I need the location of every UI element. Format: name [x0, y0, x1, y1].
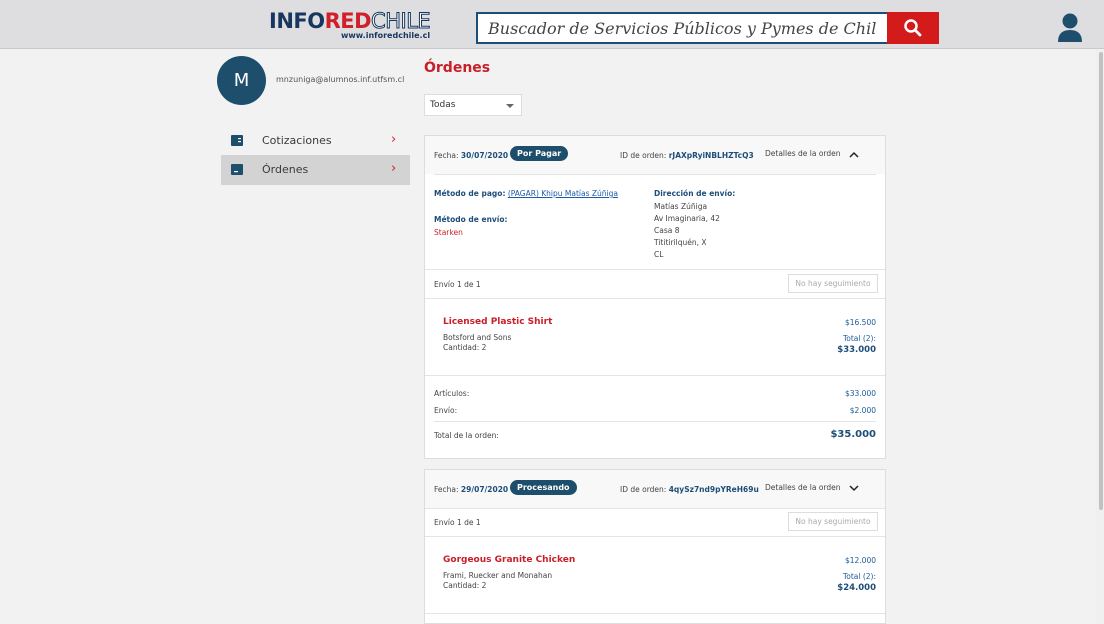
chevron-right-icon: ›: [391, 132, 397, 147]
chevron-up-icon: [849, 151, 859, 158]
date-label: Fecha:: [434, 485, 459, 494]
logo-chile-text: CHILE: [371, 9, 432, 34]
payment-method: Método de pago: (PAGAR) Khipu Matías Zúñ…: [434, 189, 618, 198]
product-total: $24.000: [837, 583, 876, 593]
sidebar-item-ordenes[interactable]: Órdenes ›: [221, 155, 410, 185]
quote-icon: [231, 135, 243, 146]
order-details-toggle[interactable]: Detalles de la orden: [765, 483, 859, 492]
logo-red-text: RED: [324, 9, 372, 33]
chevron-right-icon: ›: [391, 161, 397, 176]
search-input[interactable]: [476, 12, 889, 44]
address-line: Tititirilquén, X: [654, 238, 707, 247]
divider: [425, 298, 885, 299]
address-line: CL: [654, 250, 664, 259]
order-id: ID de orden: 4qySz7nd9pYReH69u: [620, 485, 759, 494]
product-total: $33.000: [837, 345, 876, 355]
tracking-button[interactable]: No hay seguimiento: [788, 512, 878, 531]
product-vendor: Botsford and Sons: [443, 333, 512, 342]
order-date: Fecha: 30/07/2020: [434, 151, 508, 160]
date-value: 29/07/2020: [460, 485, 509, 494]
product-vendor: Frami, Ruecker and Monahan: [443, 571, 553, 580]
search-icon: [904, 19, 922, 37]
divider: [425, 613, 885, 614]
order-id-value: 4qySz7nd9pYReH69u: [668, 485, 759, 494]
orders-icon: [231, 164, 243, 175]
order-id-label: ID de orden:: [620, 485, 667, 494]
divider: [434, 421, 876, 422]
details-label: Detalles de la orden: [765, 149, 841, 158]
sidebar-item-label: Órdenes: [262, 163, 309, 176]
shipment-label: Envío 1 de 1: [434, 280, 481, 289]
sidebar-item-label: Cotizaciones: [262, 134, 332, 147]
page-title: Órdenes: [424, 60, 491, 76]
shipping-method-value: Starken: [434, 228, 463, 237]
shipping-cost-label: Envío:: [434, 406, 458, 415]
order-id-value: rJAXpRyiNBLHZTcQ3: [668, 151, 754, 160]
address-label: Dirección de envío:: [654, 189, 736, 198]
avatar: M: [217, 56, 266, 105]
order-card: Fecha: 29/07/2020 Procesando ID de orden…: [424, 469, 886, 624]
order-total-label: Total de la orden:: [434, 431, 499, 440]
filter-value: Todas: [430, 100, 456, 110]
product-total-label: Total (2):: [842, 334, 876, 343]
payment-link[interactable]: (PAGAR) Khipu Matías Zúñiga: [508, 189, 618, 198]
order-total-value: $35.000: [830, 429, 876, 440]
site-logo[interactable]: INFOREDCHILE www.inforedchile.cl: [269, 9, 431, 43]
articles-value: $33.000: [844, 389, 876, 398]
order-date: Fecha: 29/07/2020: [434, 485, 508, 494]
divider: [425, 508, 885, 509]
product-quantity: Cantidad: 2: [443, 343, 487, 352]
user-account-icon[interactable]: [1057, 13, 1083, 43]
date-value: 30/07/2020: [460, 151, 509, 160]
product-unit-price: $16.500: [844, 318, 876, 327]
product-total-label: Total (2):: [842, 572, 876, 581]
details-label: Detalles de la orden: [765, 483, 841, 492]
product-unit-price: $12.000: [844, 556, 876, 565]
search-button[interactable]: [887, 12, 939, 44]
divider: [425, 269, 885, 270]
address-line: Av Imaginaria, 42: [654, 214, 720, 223]
address-line: Matías Zúñiga: [654, 202, 708, 211]
logo-wordmark: INFOREDCHILE: [269, 9, 432, 34]
logo-info-text: INFO: [269, 9, 325, 33]
logo-url: www.inforedchile.cl: [341, 31, 431, 40]
date-label: Fecha:: [434, 151, 459, 160]
order-filter-select[interactable]: Todas: [424, 94, 522, 116]
caret-down-icon: [506, 104, 514, 108]
user-email: mnzuniga@alumnos.inf.utfsm.cl: [276, 75, 405, 84]
divider: [434, 174, 876, 175]
shipment-label: Envío 1 de 1: [434, 518, 481, 527]
scrollbar-thumb[interactable]: [1099, 52, 1103, 510]
shipping-method-label: Método de envío:: [434, 215, 508, 224]
order-id-label: ID de orden:: [620, 151, 667, 160]
divider: [425, 375, 885, 376]
address-line: Casa 8: [654, 226, 680, 235]
order-card: Fecha: 30/07/2020 Por Pagar ID de orden:…: [424, 135, 886, 459]
search-bar: [476, 12, 939, 44]
order-details-toggle[interactable]: Detalles de la orden: [765, 149, 859, 158]
product-quantity: Cantidad: 2: [443, 581, 487, 590]
status-badge: Por Pagar: [510, 146, 569, 161]
sidebar-item-cotizaciones[interactable]: Cotizaciones ›: [221, 126, 410, 156]
tracking-button[interactable]: No hay seguimiento: [788, 274, 878, 293]
status-badge: Procesando: [510, 480, 577, 495]
payment-label: Método de pago:: [434, 189, 506, 198]
top-header: INFOREDCHILE www.inforedchile.cl: [0, 0, 1104, 49]
chevron-down-icon: [849, 484, 859, 491]
order-id: ID de orden: rJAXpRyiNBLHZTcQ3: [620, 151, 754, 160]
product-name[interactable]: Licensed Plastic Shirt: [443, 317, 552, 327]
articles-label: Artículos:: [434, 389, 470, 398]
product-name[interactable]: Gorgeous Granite Chicken: [443, 555, 575, 565]
divider: [425, 536, 885, 537]
shipping-cost-value: $2.000: [849, 406, 876, 415]
